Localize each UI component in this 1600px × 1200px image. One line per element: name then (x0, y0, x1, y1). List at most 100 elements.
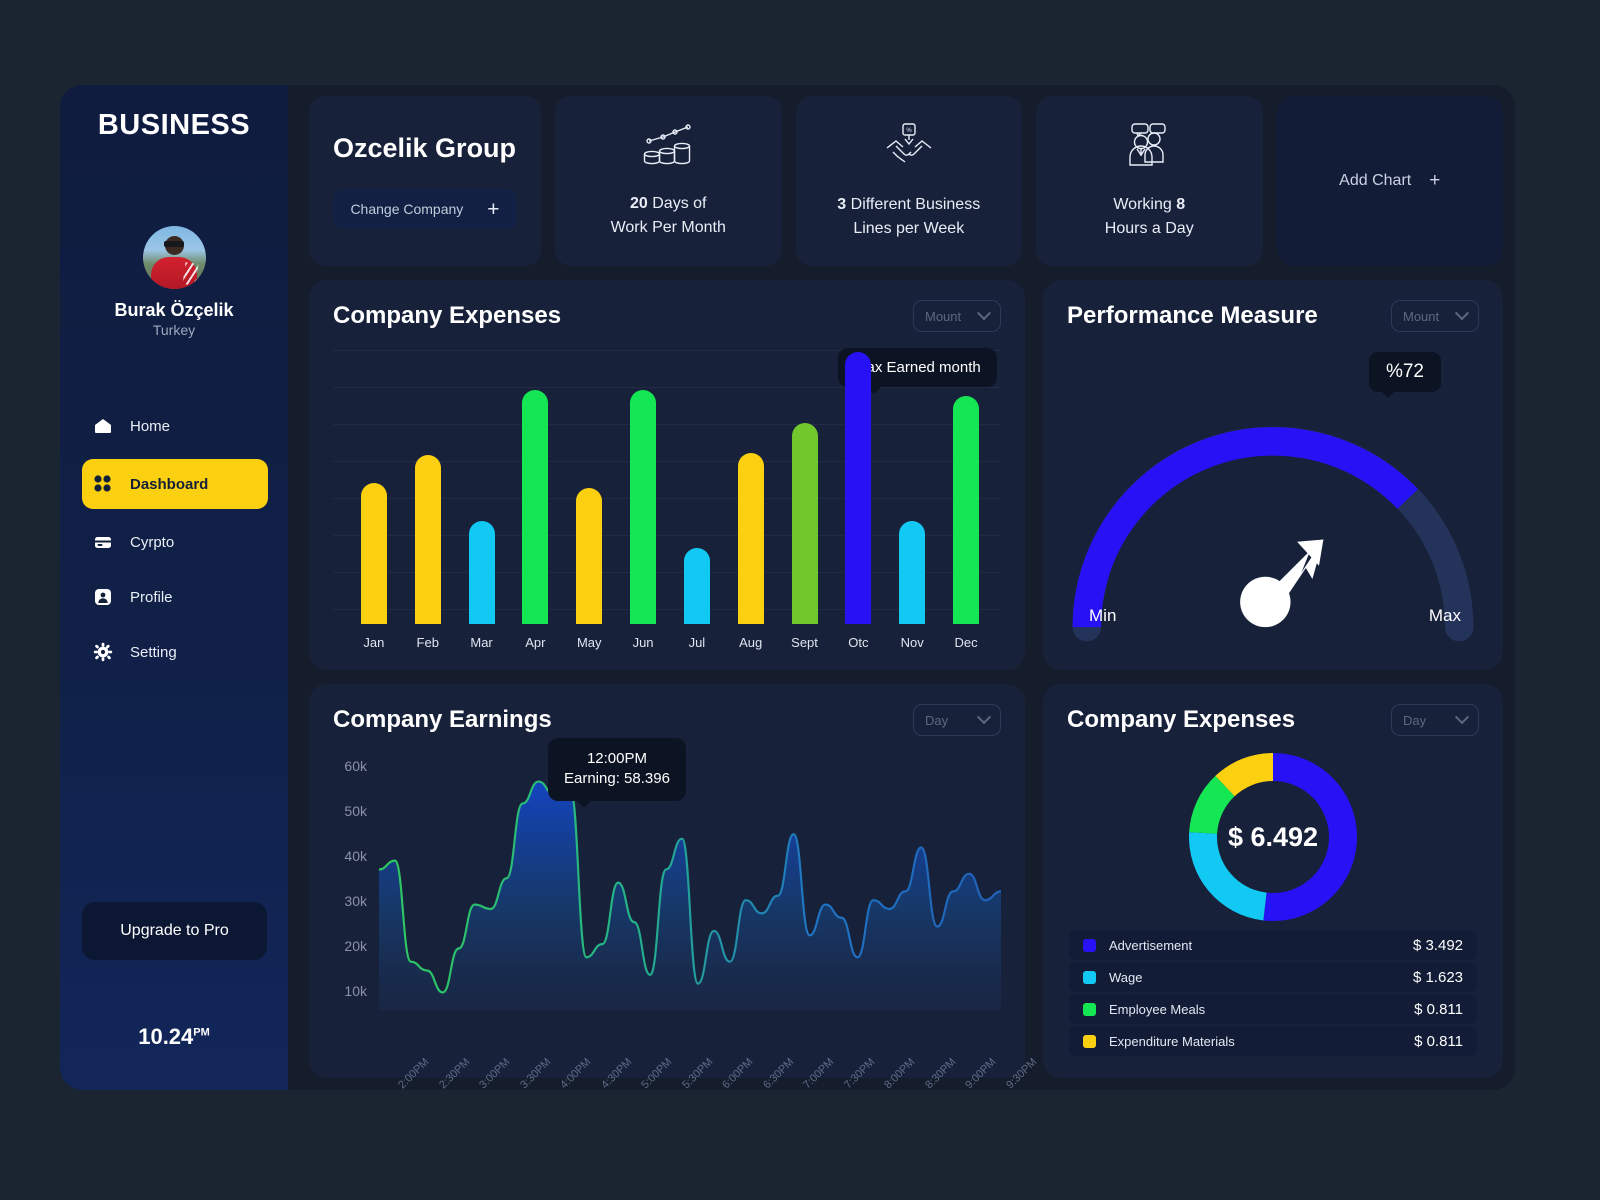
person-icon (93, 587, 113, 607)
bar[interactable] (630, 390, 657, 624)
legend-label: Wage (1109, 969, 1143, 985)
stat-value: 20 (630, 195, 648, 213)
x-axis-tick: 2:30PM (436, 1056, 472, 1090)
upgrade-to-pro-button[interactable]: Upgrade to Pro (82, 902, 267, 960)
bar-column[interactable]: Apr (508, 352, 562, 650)
sidebar-item-home[interactable]: Home (60, 404, 288, 448)
sidebar-item-dashboard[interactable]: Dashboard (82, 459, 268, 509)
bar-column[interactable]: Nov (885, 352, 939, 650)
upgrade-label: Upgrade to Pro (120, 922, 229, 939)
x-axis-tick: 2:00PM (396, 1056, 432, 1090)
bar[interactable] (522, 390, 549, 624)
profile-block: Burak Özçelik Turkey (60, 226, 288, 338)
donut-legend: Advertisement $ 3.492 Wage $ 1.623 Employee … (1069, 930, 1477, 1058)
main-content: Ozcelik Group Change Company + 20 Days o… (288, 85, 1515, 1090)
select-value: Mount (1403, 308, 1440, 324)
bar-column[interactable]: Aug (724, 352, 778, 650)
y-axis-tick: 20k (344, 938, 367, 954)
bar-column[interactable]: May (562, 352, 616, 650)
bar-column[interactable]: Jul (670, 352, 724, 650)
card-icon (93, 532, 113, 552)
x-axis-tick: 8:30PM (922, 1056, 958, 1090)
legend-swatch (1083, 1034, 1096, 1048)
earnings-period-select[interactable]: Day (913, 704, 1001, 736)
bar[interactable] (576, 488, 603, 624)
bar-label: Jul (688, 635, 706, 650)
x-axis-tick: 6:30PM (760, 1056, 796, 1090)
gauge-value-tooltip: %72 (1368, 352, 1441, 398)
bar[interactable] (953, 395, 980, 624)
legend-value: $ 1.623 (1412, 968, 1463, 986)
expenses-bar-period-select[interactable]: Mount (913, 300, 1001, 332)
x-axis-tick: 7:30PM (841, 1056, 877, 1090)
performance-period-select[interactable]: Mount (1391, 300, 1479, 332)
donut-chart: $ 6.492 (1043, 742, 1503, 932)
bar-series: Jan Feb Mar Apr May Jun Jul Aug Sept Otc Nov Dec (347, 352, 993, 650)
bar[interactable] (845, 352, 872, 624)
gauge-needle (1240, 539, 1324, 628)
x-axis-tick: 9:00PM (963, 1056, 999, 1090)
bar[interactable] (683, 547, 710, 624)
area-series (379, 780, 1001, 1010)
sidebar-nav: Home Dashboard Cyrpto Profile Setting (60, 404, 288, 674)
stat-card-working-hours: Working 8 Hours a Day (1036, 96, 1263, 266)
bar[interactable] (737, 452, 764, 624)
company-expenses-bar-panel: Company Expenses Mount Max Earned month … (309, 280, 1025, 670)
sidebar-item-cyrpto[interactable]: Cyrpto (60, 520, 288, 564)
bar-column[interactable]: Mar (455, 352, 509, 650)
bar-column[interactable]: Jun (616, 352, 670, 650)
handshake-icon: % (883, 122, 935, 175)
bar[interactable] (468, 520, 495, 624)
bar[interactable] (414, 455, 441, 624)
select-value: Mount (925, 308, 962, 324)
legend-row[interactable]: Expenditure Materials $ 0.811 (1069, 1026, 1477, 1056)
gear-icon (93, 642, 113, 662)
bar-column[interactable]: Jan (347, 352, 401, 650)
legend-label: Expenditure Materials (1109, 1033, 1235, 1049)
sidebar-item-setting[interactable]: Setting (60, 630, 288, 674)
sidebar: BUSINESS Burak Özçelik Turkey Home Dashb… (60, 85, 288, 1090)
company-name: Ozcelik Group (333, 133, 517, 163)
legend-row[interactable]: Advertisement $ 3.492 (1069, 930, 1477, 960)
y-axis-tick: 40k (344, 848, 367, 864)
add-chart-button[interactable]: Add Chart + (1276, 96, 1503, 266)
coins-growth-icon (639, 123, 697, 174)
bar[interactable] (360, 482, 387, 624)
sidebar-item-label: Setting (130, 643, 177, 661)
plus-icon: + (1429, 170, 1441, 191)
svg-text:%: % (906, 128, 912, 134)
sidebar-item-label: Dashboard (130, 475, 209, 493)
chevron-down-icon (1454, 306, 1470, 321)
x-axis-tick: 5:00PM (639, 1056, 675, 1090)
bar-column[interactable]: Sept (778, 352, 832, 650)
bar-chart: Max Earned month Jan Feb Mar Apr May Jun Jul Au… (333, 338, 1001, 654)
bar-column[interactable]: Feb (401, 352, 455, 650)
company-expenses-donut-panel: Company Expenses Day $ 6.492 Advertiseme… (1043, 684, 1503, 1078)
donut-center-value: $ 6.492 (1227, 821, 1319, 852)
stat-line2: Work Per Month (610, 218, 726, 236)
sidebar-item-profile[interactable]: Profile (60, 575, 288, 619)
legend-row[interactable]: Wage $ 1.623 (1069, 962, 1477, 992)
gauge-max-label: Max (1428, 606, 1461, 625)
stat-card-work-days: 20 Days of Work Per Month (555, 96, 782, 266)
legend-row[interactable]: Employee Meals $ 0.811 (1069, 994, 1477, 1024)
x-axis-tick: 8:00PM (882, 1056, 918, 1090)
legend-value: $ 0.811 (1414, 1032, 1463, 1050)
bar-column[interactable]: Otc (831, 352, 885, 650)
bar[interactable] (899, 520, 926, 624)
expenses-donut-period-select[interactable]: Day (1391, 704, 1479, 736)
stat-value: 8 (1176, 196, 1186, 214)
x-axis-tick: 5:30PM (679, 1056, 715, 1090)
change-company-button[interactable]: Change Company + (333, 189, 517, 229)
stat-line1: Different Business (846, 196, 981, 214)
select-value: Day (925, 712, 949, 728)
bar-column[interactable]: Dec (939, 352, 993, 650)
panel-title: Company Expenses (333, 302, 562, 329)
legend-swatch (1083, 938, 1096, 952)
gauge-value: %72 (1385, 361, 1424, 382)
sidebar-item-label: Cyrpto (130, 533, 175, 551)
bar[interactable] (791, 422, 818, 624)
y-axis-tick: 60k (344, 758, 367, 774)
y-axis-tick: 50k (344, 803, 367, 819)
home-icon (93, 416, 113, 436)
